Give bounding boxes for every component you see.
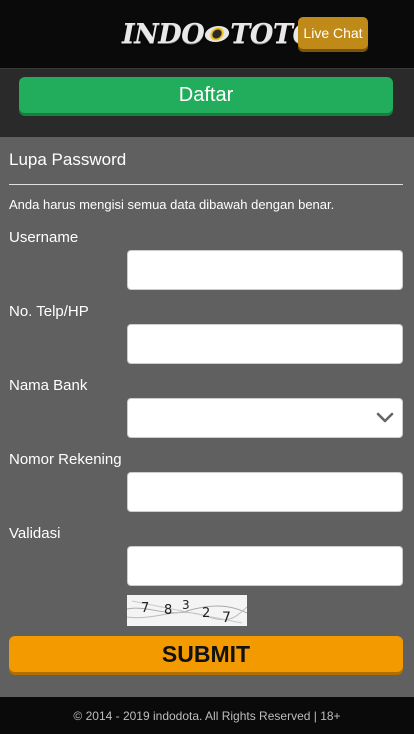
soccer-ball-icon	[203, 26, 231, 42]
phone-input[interactable]	[127, 324, 403, 364]
title-divider	[9, 184, 403, 185]
captcha-digit: 8	[164, 603, 172, 618]
chevron-down-icon	[376, 412, 394, 423]
account-number-label: Nomor Rekening	[9, 451, 122, 468]
account-number-input[interactable]	[127, 472, 403, 512]
validation-input[interactable]	[127, 546, 403, 586]
bank-name-select[interactable]	[127, 398, 403, 438]
captcha-image: 7 8 3 2 7	[127, 595, 247, 626]
form-note: Anda harus mengisi semua data dibawah de…	[9, 197, 335, 212]
footer-copyright: © 2014 - 2019 indodota. All Rights Reser…	[0, 697, 414, 734]
live-chat-button[interactable]: Live Chat	[298, 17, 368, 49]
phone-label: No. Telp/HP	[9, 303, 89, 320]
captcha-digit: 7	[222, 610, 231, 626]
captcha-digit: 2	[202, 606, 210, 621]
validation-label: Validasi	[9, 525, 61, 542]
logo-text-left: INDO	[122, 18, 205, 50]
register-button[interactable]: Daftar	[19, 77, 393, 113]
top-header: INDO TOTO Live Chat	[0, 0, 414, 69]
username-input[interactable]	[127, 250, 403, 290]
captcha-digit: 7	[141, 601, 149, 616]
bank-name-label: Nama Bank	[9, 377, 88, 394]
submit-button[interactable]: SUBMIT	[9, 636, 403, 672]
form-title: Lupa Password	[9, 150, 127, 169]
site-logo[interactable]: INDO TOTO	[122, 14, 316, 54]
username-label: Username	[9, 229, 79, 246]
captcha-digit: 3	[182, 598, 190, 612]
